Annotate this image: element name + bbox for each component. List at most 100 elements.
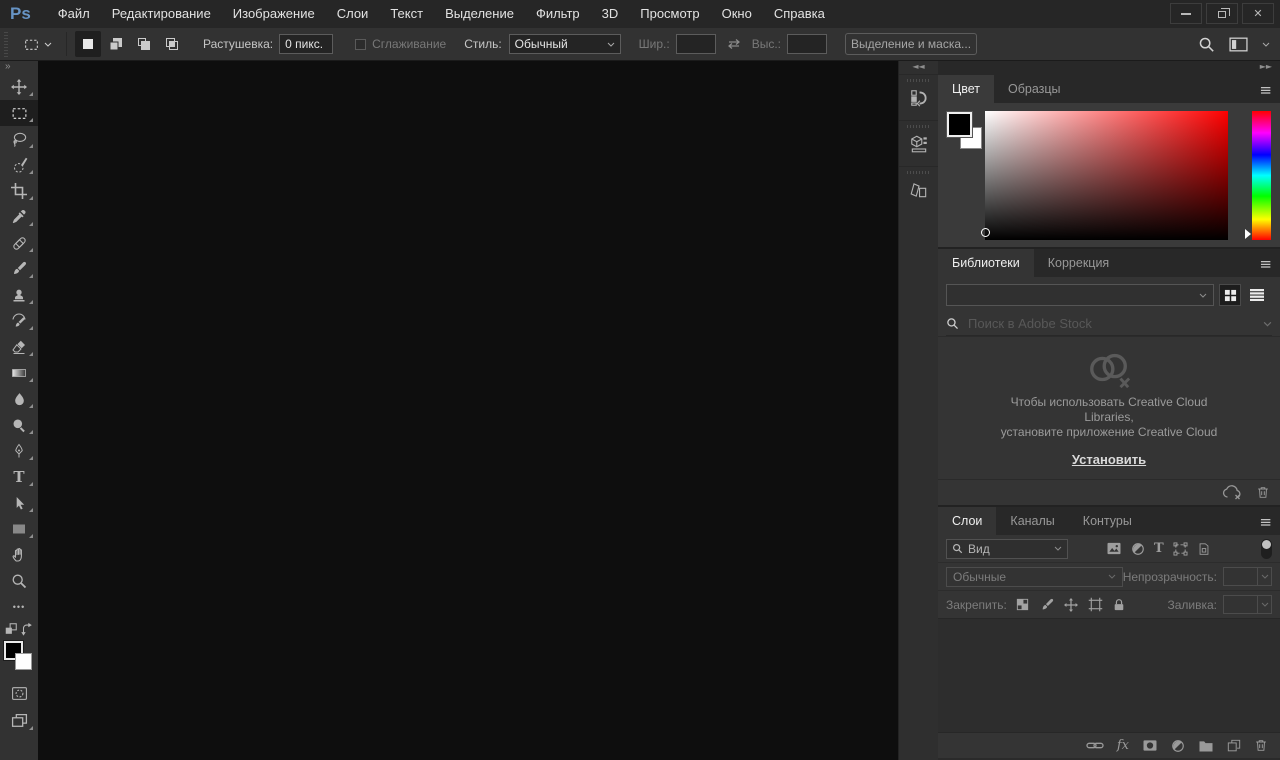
antialias-checkbox[interactable] <box>355 39 366 50</box>
dodge-tool[interactable] <box>0 412 38 438</box>
list-view-button[interactable] <box>1246 284 1268 306</box>
crop-tool[interactable] <box>0 178 38 204</box>
workspace-switcher-icon[interactable] <box>1229 37 1248 52</box>
swap-colors-icon[interactable] <box>20 622 34 636</box>
panel-menu-icon[interactable]: ≡ <box>1259 256 1272 272</box>
layer-style-icon[interactable]: fx <box>1117 738 1129 753</box>
search-icon[interactable] <box>1198 36 1215 53</box>
tool-preset-picker[interactable] <box>17 33 58 56</box>
smart-object-filter-icon[interactable] <box>1197 542 1211 556</box>
foreground-color-swatch[interactable] <box>947 112 972 137</box>
background-color-swatch[interactable] <box>15 653 32 670</box>
tab-color[interactable]: Цвет <box>938 75 994 103</box>
install-link[interactable]: Установить <box>1072 452 1146 467</box>
menu-file[interactable]: Файл <box>47 0 101 28</box>
menu-filter[interactable]: Фильтр <box>525 0 591 28</box>
default-colors-icon[interactable] <box>4 622 18 636</box>
chevron-down-icon[interactable] <box>1262 42 1270 47</box>
minimize-button[interactable] <box>1170 3 1202 24</box>
subtract-from-selection-button[interactable] <box>131 31 157 57</box>
shape-layer-filter-icon[interactable] <box>1173 542 1188 556</box>
type-layer-filter-icon[interactable]: T <box>1154 541 1164 556</box>
menu-3d[interactable]: 3D <box>591 0 630 28</box>
tab-libraries[interactable]: Библиотеки <box>938 249 1034 277</box>
opacity-select[interactable] <box>1223 567 1272 586</box>
zoom-tool[interactable] <box>0 568 38 594</box>
path-selection-tool[interactable] <box>0 490 38 516</box>
hue-slider-marker[interactable] <box>1245 229 1251 239</box>
type-tool[interactable]: T <box>0 464 38 490</box>
select-and-mask-button[interactable]: Выделение и маска... <box>845 33 977 55</box>
saturation-brightness-field[interactable] <box>985 111 1228 240</box>
new-selection-button[interactable] <box>75 31 101 57</box>
menu-image[interactable]: Изображение <box>222 0 326 28</box>
expand-panels-icon[interactable]: ◄◄ <box>899 61 938 74</box>
cloud-sync-off-icon[interactable] <box>1222 485 1242 500</box>
feather-input[interactable] <box>279 34 333 54</box>
grid-view-button[interactable] <box>1219 284 1241 306</box>
layer-filtering-toggle[interactable] <box>1261 539 1272 559</box>
tab-adjustments[interactable]: Коррекция <box>1034 249 1123 277</box>
new-group-icon[interactable] <box>1198 739 1214 752</box>
panel-menu-icon[interactable]: ≡ <box>1259 82 1272 98</box>
move-tool[interactable] <box>0 74 38 100</box>
spot-healing-brush-tool[interactable] <box>0 230 38 256</box>
document-canvas[interactable] <box>38 61 898 760</box>
options-bar-grip[interactable] <box>2 31 11 57</box>
add-layer-mask-icon[interactable] <box>1142 739 1158 752</box>
menu-view[interactable]: Просмотр <box>629 0 710 28</box>
fill-select[interactable] <box>1223 595 1272 614</box>
quick-mask-button[interactable] <box>0 680 38 706</box>
history-panel-button[interactable] <box>899 74 938 120</box>
eraser-tool[interactable] <box>0 334 38 360</box>
layers-list[interactable] <box>938 618 1280 732</box>
restore-button[interactable] <box>1206 3 1238 24</box>
hand-tool[interactable] <box>0 542 38 568</box>
quick-selection-tool[interactable] <box>0 152 38 178</box>
color-field-marker[interactable] <box>981 228 990 237</box>
width-input[interactable] <box>676 34 716 54</box>
trash-icon[interactable] <box>1256 485 1270 500</box>
layer-filter-select[interactable]: Вид <box>946 539 1068 559</box>
library-select[interactable] <box>946 284 1214 306</box>
lock-transparency-icon[interactable] <box>1015 597 1030 612</box>
menu-window[interactable]: Окно <box>711 0 763 28</box>
properties-panel-button[interactable] <box>899 120 938 166</box>
menu-type[interactable]: Текст <box>379 0 434 28</box>
lock-pixels-icon[interactable] <box>1040 598 1054 612</box>
tab-channels[interactable]: Каналы <box>996 507 1068 535</box>
toolbar-expand-icon[interactable]: » <box>0 61 38 74</box>
edit-toolbar-button[interactable]: ••• <box>0 594 38 620</box>
new-adjustment-layer-icon[interactable] <box>1171 739 1185 753</box>
rectangular-marquee-tool[interactable] <box>0 100 38 126</box>
style-select[interactable]: Обычный <box>509 34 621 54</box>
delete-layer-icon[interactable] <box>1254 738 1268 753</box>
hue-slider[interactable] <box>1252 111 1271 240</box>
pen-tool[interactable] <box>0 438 38 464</box>
height-input[interactable] <box>787 34 827 54</box>
blur-tool[interactable] <box>0 386 38 412</box>
clone-stamp-tool[interactable] <box>0 282 38 308</box>
menu-select[interactable]: Выделение <box>434 0 525 28</box>
intersect-selection-button[interactable] <box>159 31 185 57</box>
pixel-layer-filter-icon[interactable] <box>1106 542 1122 555</box>
add-to-selection-button[interactable] <box>103 31 129 57</box>
lock-artboard-icon[interactable] <box>1088 597 1103 612</box>
info-panel-button[interactable] <box>899 166 938 212</box>
link-layers-icon[interactable] <box>1086 740 1104 751</box>
menu-edit[interactable]: Редактирование <box>101 0 222 28</box>
collapse-panels-icon[interactable]: ►► <box>1260 62 1272 71</box>
blend-mode-select[interactable]: Обычные <box>946 567 1123 587</box>
screen-mode-button[interactable] <box>0 708 38 734</box>
menu-help[interactable]: Справка <box>763 0 836 28</box>
lasso-tool[interactable] <box>0 126 38 152</box>
tab-swatches[interactable]: Образцы <box>994 75 1075 103</box>
history-brush-tool[interactable] <box>0 308 38 334</box>
lock-all-icon[interactable] <box>1113 598 1125 612</box>
gradient-tool[interactable] <box>0 360 38 386</box>
panel-menu-icon[interactable]: ≡ <box>1259 514 1272 530</box>
brush-tool[interactable] <box>0 256 38 282</box>
new-layer-icon[interactable] <box>1227 739 1241 753</box>
rectangle-shape-tool[interactable] <box>0 516 38 542</box>
tab-paths[interactable]: Контуры <box>1069 507 1146 535</box>
